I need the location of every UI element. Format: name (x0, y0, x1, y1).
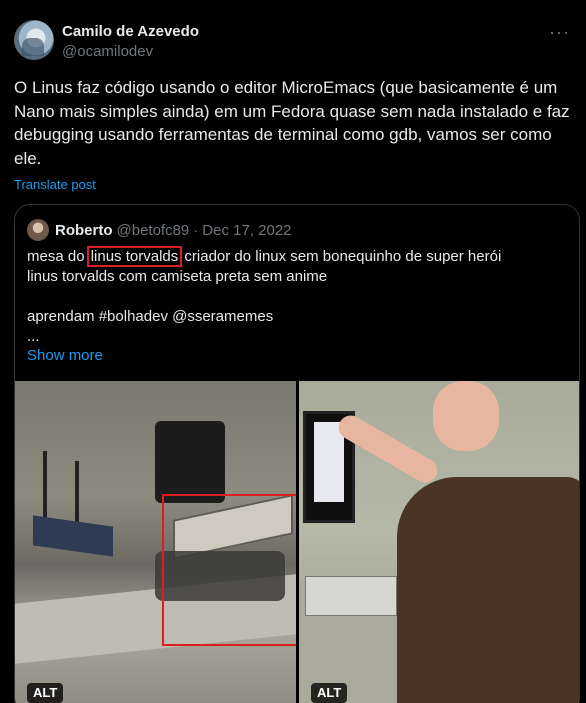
quoted-line-3: aprendam #bolhadev @sseramemes (27, 308, 274, 325)
quoted-line-1: mesa do linus torvalds criador do linux … (27, 246, 567, 267)
quoted-line-4: ... (27, 328, 40, 345)
head-shape (433, 381, 499, 451)
author-names: Camilo de Azevedo @ocamilodev (62, 22, 199, 62)
quoted-line-1-prefix: mesa do (27, 248, 89, 265)
quoted-author-name[interactable]: Roberto (55, 222, 113, 239)
quoted-line-2: linus torvalds com camiseta preta sem an… (27, 268, 328, 285)
highlight-box (162, 494, 296, 646)
tweet-header: Camilo de Azevedo @ocamilodev ··· (14, 20, 576, 64)
quoted-author-avatar[interactable] (27, 219, 49, 241)
quoted-line-1-suffix: criador do linux sem bonequinho de super… (180, 248, 502, 265)
router-antenna (43, 451, 47, 521)
machine-shape (305, 576, 397, 616)
translate-post-link[interactable]: Translate post (14, 177, 96, 192)
monitor-shape (155, 421, 225, 503)
author-avatar[interactable] (14, 20, 54, 60)
quoted-tweet[interactable]: Roberto @betofc89 · Dec 17, 2022 mesa do… (14, 204, 580, 703)
quoted-author-handle[interactable]: @betofc89 (117, 222, 190, 239)
alt-badge-right[interactable]: ALT (311, 683, 348, 703)
alt-badge-left[interactable]: ALT (27, 683, 64, 703)
author-display-name[interactable]: Camilo de Azevedo (62, 22, 199, 42)
quoted-tweet-date[interactable]: Dec 17, 2022 (202, 222, 291, 239)
quoted-tweet-header: Roberto @betofc89 · Dec 17, 2022 (27, 219, 292, 241)
more-icon[interactable]: ··· (549, 22, 570, 43)
highlighted-name: linus torvalds (86, 246, 183, 267)
shirt-shape (397, 477, 579, 703)
show-more-link[interactable]: Show more (27, 347, 103, 364)
separator-dot: · (193, 221, 199, 239)
person-photo[interactable]: ALT (299, 381, 579, 703)
tweet-text: O Linus faz código usando o editor Micro… (14, 78, 570, 168)
author-handle[interactable]: @ocamilodev (62, 42, 199, 62)
quoted-tweet-text: mesa do linus torvalds criador do linux … (27, 246, 567, 347)
router-shape (33, 515, 113, 557)
desk-photo[interactable]: ALT (15, 381, 296, 703)
quoted-media-grid: ALT ALT (15, 381, 579, 703)
